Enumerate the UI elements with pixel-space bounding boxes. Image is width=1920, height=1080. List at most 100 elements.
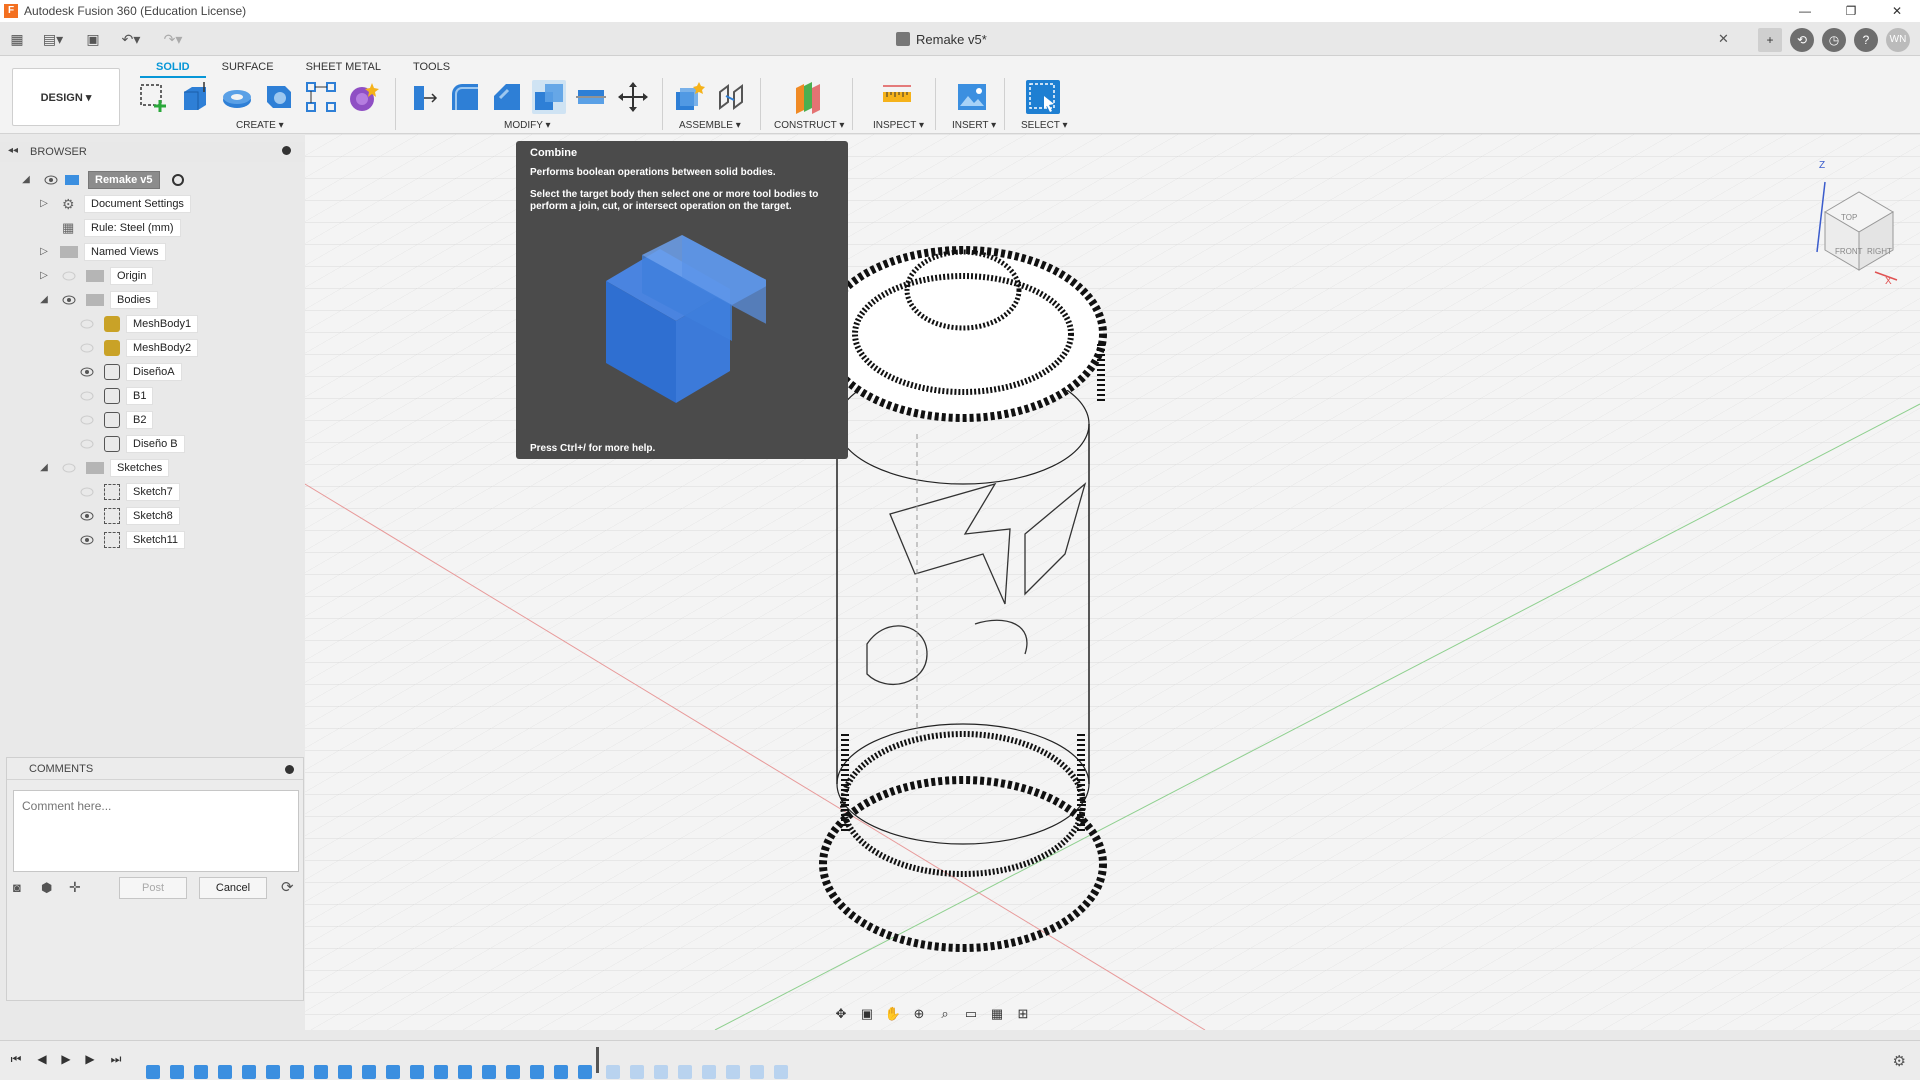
minimize-comments-icon[interactable]	[285, 765, 294, 774]
timeline-feature[interactable]	[338, 1065, 352, 1079]
modify-menu[interactable]: MODIFY ▾	[504, 120, 551, 131]
visibility-eye-icon[interactable]	[62, 271, 76, 281]
sweep-icon[interactable]	[262, 80, 296, 114]
timeline-feature-suppressed[interactable]	[678, 1065, 692, 1079]
timeline-feature[interactable]	[482, 1065, 496, 1079]
tree-item-label[interactable]: Sketch7	[126, 483, 180, 501]
step-forward-icon[interactable]: ▶	[82, 1051, 98, 1067]
tree-item-label[interactable]: Rule: Steel (mm)	[84, 219, 181, 237]
timeline-feature[interactable]	[194, 1065, 208, 1079]
split-body-icon[interactable]	[574, 80, 608, 114]
timeline-feature[interactable]	[530, 1065, 544, 1079]
collapse-browser-icon[interactable]: ◂◂	[8, 145, 18, 156]
timeline-feature[interactable]	[434, 1065, 448, 1079]
tree-item-label[interactable]: Named Views	[84, 243, 166, 261]
visibility-eye-icon[interactable]	[80, 343, 94, 353]
viewports-icon[interactable]: ⊞	[1012, 1003, 1034, 1025]
visibility-eye-icon[interactable]	[44, 175, 58, 185]
close-window-button[interactable]: ✕	[1874, 0, 1920, 22]
tree-item-label[interactable]: Sketch11	[126, 531, 186, 549]
create-sketch-icon[interactable]	[136, 80, 170, 114]
timeline-feature-suppressed[interactable]	[654, 1065, 668, 1079]
camera-icon[interactable]: ◙	[13, 880, 21, 895]
visibility-eye-icon[interactable]	[80, 511, 94, 521]
tree-item-label[interactable]: B2	[126, 411, 154, 429]
go-to-start-icon[interactable]: ⏮	[8, 1051, 24, 1067]
timeline-feature[interactable]	[290, 1065, 304, 1079]
timeline-feature-suppressed[interactable]	[726, 1065, 740, 1079]
timeline-feature[interactable]	[386, 1065, 400, 1079]
display-settings-icon[interactable]: ▭	[960, 1003, 982, 1025]
tab-sheet-metal[interactable]: SHEET METAL	[290, 58, 397, 78]
select-menu[interactable]: SELECT ▾	[1021, 120, 1068, 131]
expand-triangle-icon[interactable]: ▷	[38, 198, 50, 210]
tab-surface[interactable]: SURFACE	[206, 58, 290, 78]
pin-icon[interactable]: ✛	[69, 879, 81, 896]
visibility-eye-icon[interactable]	[80, 391, 94, 401]
press-pull-icon[interactable]	[406, 80, 440, 114]
extrude-icon[interactable]	[178, 80, 212, 114]
insert-image-icon[interactable]	[955, 80, 989, 114]
tree-item-label[interactable]: Sketches	[110, 459, 170, 477]
timeline-feature[interactable]	[146, 1065, 160, 1079]
timeline-feature-suppressed[interactable]	[606, 1065, 620, 1079]
tree-item-label[interactable]: DiseñoA	[126, 363, 182, 381]
fit-icon[interactable]: ⌕	[934, 1003, 956, 1025]
app-grid-icon[interactable]: ▦	[6, 28, 28, 50]
close-tab-icon[interactable]: ✕	[1718, 31, 1729, 47]
new-tab-icon[interactable]: +	[1758, 28, 1782, 52]
tree-root[interactable]: ◢ Remake v5	[0, 170, 305, 190]
insert-menu[interactable]: INSERT ▾	[952, 120, 996, 131]
timeline-feature-suppressed[interactable]	[750, 1065, 764, 1079]
refresh-icon[interactable]: ⟳	[281, 878, 294, 896]
timeline-feature[interactable]	[314, 1065, 328, 1079]
timeline-feature[interactable]	[170, 1065, 184, 1079]
create-menu[interactable]: CREATE ▾	[236, 120, 284, 131]
chamfer-icon[interactable]	[490, 80, 524, 114]
visibility-eye-icon[interactable]	[80, 367, 94, 377]
offset-plane-icon[interactable]	[790, 80, 824, 114]
timeline-feature[interactable]	[578, 1065, 592, 1079]
activate-radio-icon[interactable]	[172, 174, 184, 186]
extensions-icon[interactable]: ⟲	[1790, 28, 1814, 52]
post-button[interactable]: Post	[119, 877, 187, 899]
tab-tools[interactable]: TOOLS	[397, 58, 466, 78]
tree-item-label[interactable]: Bodies	[110, 291, 158, 309]
timeline-feature[interactable]	[218, 1065, 232, 1079]
timeline-marker[interactable]	[596, 1047, 599, 1073]
pan-icon[interactable]: ✋	[882, 1003, 904, 1025]
tree-item-label[interactable]: Diseño B	[126, 435, 185, 453]
revolve-icon[interactable]	[220, 80, 254, 114]
collapse-triangle-icon[interactable]: ◢	[38, 462, 50, 474]
minimize-button[interactable]: —	[1782, 0, 1828, 22]
inspect-menu[interactable]: INSPECT ▾	[873, 120, 924, 131]
timeline-settings-icon[interactable]: ⚙	[1893, 1052, 1906, 1070]
workspace-switcher[interactable]: DESIGN ▾	[12, 68, 120, 126]
timeline-feature[interactable]	[410, 1065, 424, 1079]
tree-item-label[interactable]: Origin	[110, 267, 154, 285]
user-avatar[interactable]: WN	[1886, 28, 1910, 52]
expand-triangle-icon[interactable]: ▷	[38, 270, 50, 282]
tab-solid[interactable]: SOLID	[140, 58, 206, 78]
file-menu-icon[interactable]: ▤▾	[38, 28, 68, 50]
visibility-eye-icon[interactable]	[80, 415, 94, 425]
construct-menu[interactable]: CONSTRUCT ▾	[774, 120, 844, 131]
visibility-eye-icon[interactable]	[80, 319, 94, 329]
play-icon[interactable]: ▶	[58, 1051, 74, 1067]
save-icon[interactable]: ▣	[82, 28, 104, 50]
timeline-feature[interactable]	[242, 1065, 256, 1079]
go-to-end-icon[interactable]: ⏭	[108, 1051, 124, 1067]
collapse-triangle-icon[interactable]: ◢	[38, 294, 50, 306]
collapse-triangle-icon[interactable]: ◢	[20, 174, 32, 186]
visibility-eye-icon[interactable]	[80, 439, 94, 449]
comment-input[interactable]	[13, 790, 299, 872]
timeline-feature[interactable]	[506, 1065, 520, 1079]
timeline-feature[interactable]	[266, 1065, 280, 1079]
restore-button[interactable]: ❐	[1828, 0, 1874, 22]
orbit-icon[interactable]: ✥	[830, 1003, 852, 1025]
create-form-icon[interactable]	[346, 80, 380, 114]
tree-item-label[interactable]: Sketch8	[126, 507, 180, 525]
timeline-feature-suppressed[interactable]	[774, 1065, 788, 1079]
assemble-menu[interactable]: ASSEMBLE ▾	[679, 120, 741, 131]
redo-icon[interactable]: ↷▾	[158, 28, 188, 50]
